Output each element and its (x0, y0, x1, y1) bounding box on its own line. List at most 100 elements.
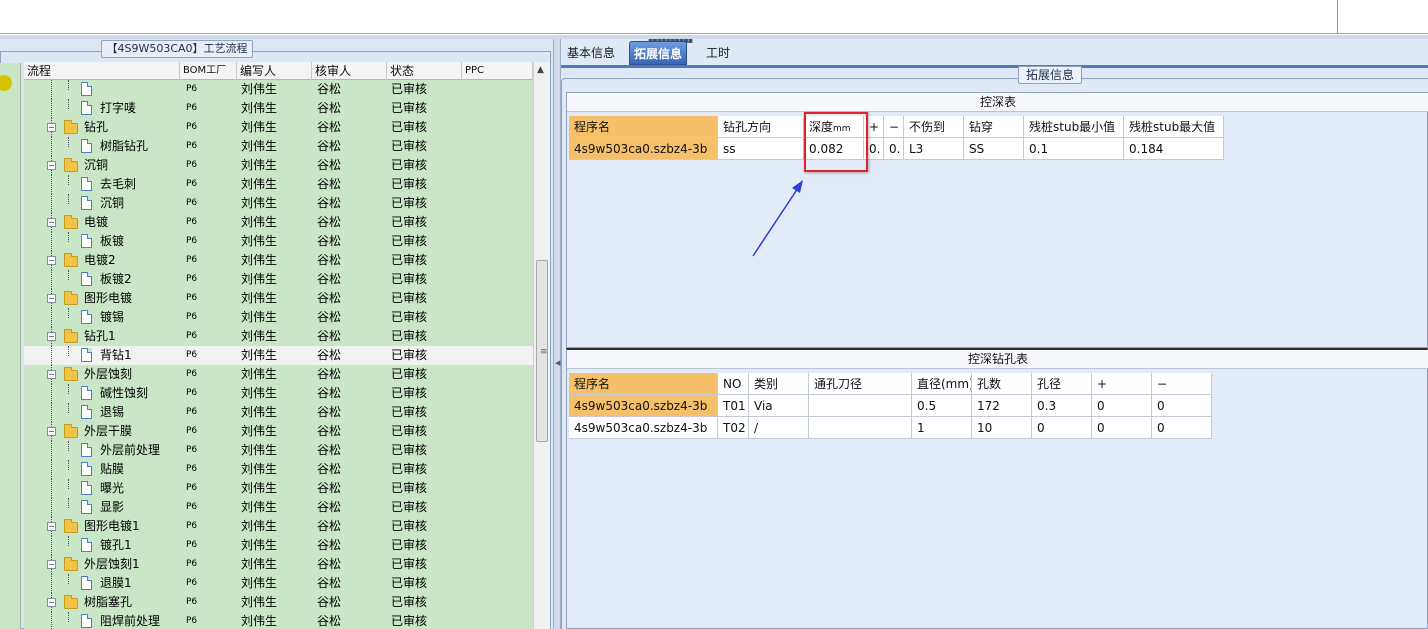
table-row[interactable]: 去毛刺 P6 刘伟生 谷松 已审核 (24, 175, 533, 194)
table-cell[interactable]: / (749, 417, 809, 439)
table-row[interactable]: 曝光 P6 刘伟生 谷松 已审核 (24, 479, 533, 498)
table-row[interactable]: − 树脂塞孔 P6 刘伟生 谷松 已审核 (24, 593, 533, 612)
process-name: 板镀2 (100, 272, 132, 286)
table-row[interactable]: − 钻孔 P6 刘伟生 谷松 已审核 (24, 118, 533, 137)
expand-toggle-icon[interactable]: − (47, 370, 56, 379)
panel-splitter[interactable]: ◀ (553, 39, 561, 629)
column-header[interactable]: NO (718, 373, 749, 395)
col-header-factory[interactable]: BOM工厂 (180, 62, 237, 80)
table-cell[interactable] (809, 395, 912, 417)
table-cell[interactable]: 0.5 (912, 395, 972, 417)
column-header[interactable]: 残桩stub最小值 (1024, 116, 1124, 138)
expand-toggle-icon[interactable]: − (47, 218, 56, 227)
tab-extended-info[interactable]: 拓展信息 (629, 41, 688, 65)
table-row[interactable]: − 电镀2 P6 刘伟生 谷松 已审核 (24, 251, 533, 270)
table-cell[interactable]: Via (749, 395, 809, 417)
col-header-reviewer[interactable]: 核审人 (312, 62, 387, 80)
col-header-author[interactable]: 编写人 (237, 62, 312, 80)
tree-scrollbar[interactable]: ▲ ≡ (533, 62, 550, 629)
scroll-thumb[interactable]: ≡ (536, 260, 548, 442)
table-cell[interactable]: 0.3 (1032, 395, 1092, 417)
expand-toggle-icon[interactable]: − (47, 294, 56, 303)
table-row[interactable]: 板镀 P6 刘伟生 谷松 已审核 (24, 232, 533, 251)
column-header[interactable]: 直径(mm) (912, 373, 972, 395)
table-row[interactable]: P6 刘伟生 谷松 已审核 (24, 80, 533, 99)
table-row[interactable]: 沉铜 P6 刘伟生 谷松 已审核 (24, 194, 533, 213)
table-row[interactable]: 退膜1 P6 刘伟生 谷松 已审核 (24, 574, 533, 593)
table-row[interactable]: 显影 P6 刘伟生 谷松 已审核 (24, 498, 533, 517)
expand-toggle-icon[interactable]: − (47, 123, 56, 132)
grip-icon: ≡ (540, 347, 548, 357)
expand-toggle-icon[interactable]: − (47, 332, 56, 341)
table-cell[interactable]: 0 (1092, 395, 1152, 417)
table-row[interactable]: − 外层蚀刻 P6 刘伟生 谷松 已审核 (24, 365, 533, 384)
table-cell[interactable] (809, 417, 912, 439)
tab-basic-info[interactable]: 基本信息 (563, 41, 619, 65)
table-cell[interactable]: L3 (904, 138, 964, 160)
table-cell[interactable]: 0 (1092, 417, 1152, 439)
collapse-arrow-icon[interactable]: ◀ (555, 359, 560, 367)
table-cell[interactable]: ss (718, 138, 804, 160)
table-row[interactable]: 退锡 P6 刘伟生 谷松 已审核 (24, 403, 533, 422)
table-cell[interactable]: 0. (884, 138, 904, 160)
expand-toggle-icon[interactable]: − (47, 256, 56, 265)
table-cell[interactable]: 172 (972, 395, 1032, 417)
column-header[interactable]: 残桩stub最大值 (1124, 116, 1224, 138)
table-cell[interactable]: 10 (972, 417, 1032, 439)
table-row[interactable]: − 外层干膜 P6 刘伟生 谷松 已审核 (24, 422, 533, 441)
expand-toggle-icon[interactable]: − (47, 427, 56, 436)
tab-work-hours[interactable]: 工时 (702, 41, 734, 65)
table-cell[interactable]: T01 (718, 395, 749, 417)
table-row[interactable]: − 外层蚀刻1 P6 刘伟生 谷松 已审核 (24, 555, 533, 574)
table-row[interactable]: 外层前处理 P6 刘伟生 谷松 已审核 (24, 441, 533, 460)
column-header[interactable]: 钻孔方向 (718, 116, 804, 138)
table-cell[interactable]: 4s9w503ca0.szbz4-3b (569, 395, 718, 417)
table-cell[interactable]: 1 (912, 417, 972, 439)
column-header[interactable]: + (1092, 373, 1152, 395)
table-row[interactable]: − 电镀 P6 刘伟生 谷松 已审核 (24, 213, 533, 232)
table-row[interactable]: 镀孔1 P6 刘伟生 谷松 已审核 (24, 536, 533, 555)
table-cell[interactable]: 0 (1032, 417, 1092, 439)
col-header-flow[interactable]: 流程 (24, 62, 180, 80)
table-cell[interactable]: 4s9w503ca0.szbz4-3b (569, 417, 718, 439)
col-header-status[interactable]: 状态 (387, 62, 462, 80)
table-cell[interactable]: 0 (1152, 417, 1212, 439)
table-cell[interactable]: 4s9w503ca0.szbz4-3b (569, 138, 718, 160)
table-row[interactable]: − 钻孔1 P6 刘伟生 谷松 已审核 (24, 327, 533, 346)
table-cell[interactable]: 0.1 (1024, 138, 1124, 160)
table-cell[interactable]: 0 (1152, 395, 1212, 417)
table-row[interactable]: − 沉铜 P6 刘伟生 谷松 已审核 (24, 156, 533, 175)
column-header[interactable]: − (884, 116, 904, 138)
tree-line (51, 137, 52, 156)
scroll-up-icon[interactable]: ▲ (537, 65, 544, 75)
column-header[interactable]: 孔数 (972, 373, 1032, 395)
expand-toggle-icon[interactable]: − (47, 598, 56, 607)
table-row[interactable]: 阻焊前处理 P6 刘伟生 谷松 已审核 (24, 612, 533, 629)
expand-toggle-icon[interactable]: − (47, 161, 56, 170)
table-row[interactable]: 镀锡 P6 刘伟生 谷松 已审核 (24, 308, 533, 327)
column-header[interactable]: 钻穿 (964, 116, 1024, 138)
column-header[interactable]: 程序名 (569, 373, 718, 395)
table-cell[interactable]: 0.184 (1124, 138, 1224, 160)
table-row[interactable]: 碱性蚀刻 P6 刘伟生 谷松 已审核 (24, 384, 533, 403)
table-row[interactable]: 树脂钻孔 P6 刘伟生 谷松 已审核 (24, 137, 533, 156)
table-row[interactable]: 背钻1 P6 刘伟生 谷松 已审核 (24, 346, 533, 365)
column-header[interactable]: 类别 (749, 373, 809, 395)
status-dot-icon[interactable] (0, 75, 12, 91)
table-row[interactable]: 板镀2 P6 刘伟生 谷松 已审核 (24, 270, 533, 289)
column-header[interactable]: 孔径 (1032, 373, 1092, 395)
table-cell[interactable]: T02 (718, 417, 749, 439)
table-row[interactable]: 贴膜 P6 刘伟生 谷松 已审核 (24, 460, 533, 479)
table-row[interactable]: − 图形电镀1 P6 刘伟生 谷松 已审核 (24, 517, 533, 536)
table-row[interactable]: 打字唛 P6 刘伟生 谷松 已审核 (24, 99, 533, 118)
column-header[interactable]: 不伤到 (904, 116, 964, 138)
expand-toggle-icon[interactable]: − (47, 560, 56, 569)
column-header[interactable]: − (1152, 373, 1212, 395)
table-row[interactable]: − 图形电镀 P6 刘伟生 谷松 已审核 (24, 289, 533, 308)
process-name: 退锡 (100, 405, 125, 419)
table-cell[interactable]: SS (964, 138, 1024, 160)
expand-toggle-icon[interactable]: − (47, 522, 56, 531)
column-header[interactable]: 通孔刀径 (809, 373, 912, 395)
column-header[interactable]: 程序名 (569, 116, 718, 138)
col-header-ppc[interactable]: PPC (462, 62, 533, 80)
